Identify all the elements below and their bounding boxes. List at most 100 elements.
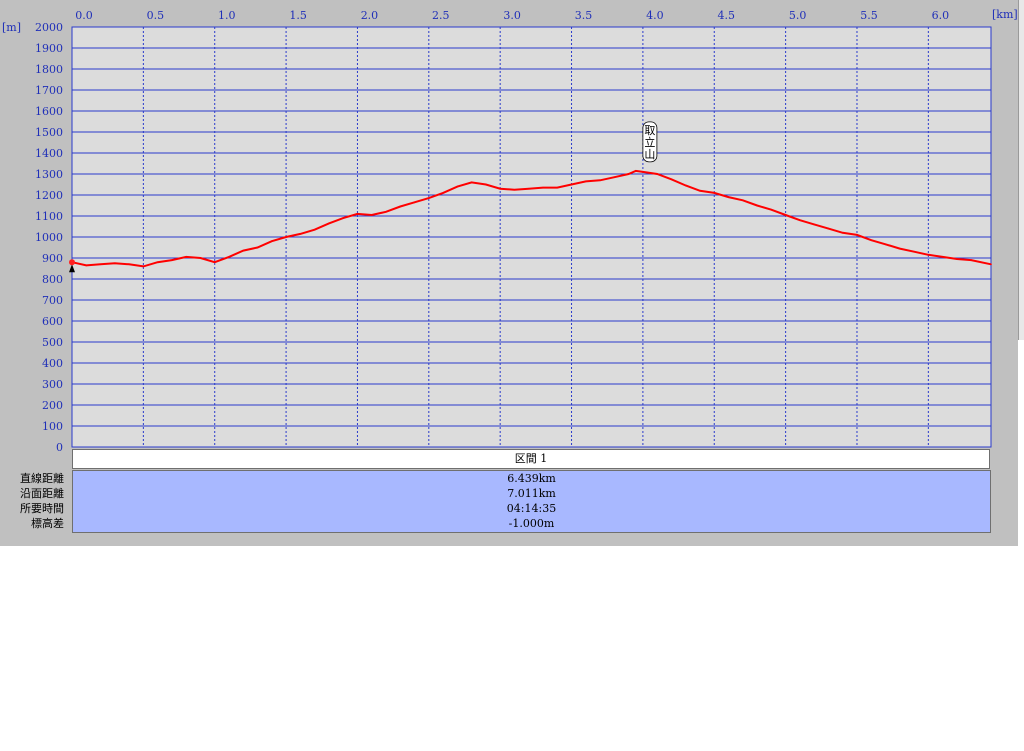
elevation-point bbox=[485, 183, 487, 186]
elevation-point bbox=[256, 246, 259, 249]
elevation-point bbox=[499, 187, 501, 190]
elevation-point bbox=[328, 222, 330, 225]
elevation-point bbox=[114, 262, 116, 265]
y-tick-label: 1900 bbox=[35, 42, 63, 55]
elevation-point bbox=[613, 176, 616, 178]
y-tick-label: 700 bbox=[42, 294, 63, 307]
grid-layer bbox=[72, 26, 991, 448]
elevation-point bbox=[213, 261, 216, 264]
x-tick-label: 5.5 bbox=[860, 9, 878, 22]
stat-row-time: 04:14:35 bbox=[73, 501, 990, 516]
elevation-point bbox=[470, 181, 473, 184]
elevation-point bbox=[941, 256, 944, 258]
elevation-point bbox=[356, 213, 359, 215]
x-tick-label: 3.5 bbox=[575, 9, 593, 22]
elevation-point bbox=[271, 240, 273, 242]
stat-row-surface: 7.011km bbox=[73, 486, 990, 501]
elevation-point bbox=[756, 204, 758, 207]
elevation-point bbox=[242, 249, 245, 252]
elevation-point bbox=[413, 201, 416, 204]
y-tick-labels: 2000190018001700160015001400130012001100… bbox=[35, 21, 63, 454]
stat-row-elevation: -1.000m bbox=[73, 516, 990, 531]
x-tick-label: 0.0 bbox=[75, 9, 93, 22]
segment-header: 区間 1 bbox=[72, 449, 990, 469]
stat-value-elevation: -1.000m bbox=[508, 517, 555, 530]
y-tick-label: 1400 bbox=[35, 147, 63, 160]
y-tick-label: 300 bbox=[42, 378, 63, 391]
elevation-point bbox=[727, 196, 730, 198]
y-tick-label: 100 bbox=[42, 420, 63, 433]
elevation-point bbox=[927, 254, 930, 256]
stat-label-surface: 沿面距離 bbox=[20, 487, 64, 500]
segment-stats: 6.439km 7.011km 04:14:35 -1.000m bbox=[72, 470, 991, 533]
start-point bbox=[69, 259, 75, 266]
elevation-point bbox=[542, 186, 544, 189]
elevation-point bbox=[99, 263, 102, 266]
elevation-point bbox=[199, 257, 202, 259]
y-tick-label: 1600 bbox=[35, 105, 63, 118]
elevation-point bbox=[185, 256, 187, 258]
x-tick-label: 3.0 bbox=[503, 9, 521, 22]
y-tick-label: 1100 bbox=[35, 210, 63, 223]
elevation-point bbox=[870, 239, 873, 241]
elevation-point bbox=[699, 190, 701, 192]
elevation-point bbox=[956, 258, 958, 260]
x-tick-label: 4.5 bbox=[718, 9, 736, 22]
elevation-point bbox=[313, 228, 316, 231]
elevation-point bbox=[634, 170, 637, 172]
elevation-point bbox=[813, 223, 815, 226]
elevation-point bbox=[856, 234, 858, 236]
elevation-point bbox=[585, 180, 587, 183]
y-tick-label: 2000 bbox=[35, 21, 63, 34]
stat-label-time: 所要時間 bbox=[20, 502, 64, 515]
elevation-point bbox=[970, 259, 972, 261]
x-tick-labels: 0.0 0.5 1.0 1.5 2.0 2.5 3.0 3.5 4.0 4.5 5.0 5.5 6.0 bbox=[75, 9, 949, 22]
elevation-point bbox=[442, 192, 444, 194]
y-tick-label: 500 bbox=[42, 336, 63, 349]
elevation-point bbox=[670, 178, 673, 181]
elevation-point bbox=[370, 214, 373, 216]
elevation-point bbox=[342, 217, 344, 219]
elevation-point bbox=[513, 188, 516, 191]
elevation-point bbox=[599, 179, 601, 182]
y-tick-label: 0 bbox=[56, 441, 63, 454]
elevation-point bbox=[656, 173, 658, 175]
elevation-point bbox=[428, 197, 430, 199]
x-unit-label: [km] bbox=[992, 8, 1018, 21]
elevation-point bbox=[827, 227, 830, 230]
elevation-point bbox=[742, 199, 744, 202]
scrollbar-strip[interactable] bbox=[1018, 0, 1024, 340]
elevation-point bbox=[770, 208, 773, 211]
x-tick-label: 2.0 bbox=[361, 9, 379, 22]
y-tick-label: 1000 bbox=[35, 231, 63, 244]
y-tick-label: 400 bbox=[42, 357, 63, 370]
elevation-point bbox=[913, 250, 915, 253]
elevation-point bbox=[128, 263, 130, 266]
stat-value-time: 04:14:35 bbox=[506, 502, 557, 515]
stat-label-elevation: 標高差 bbox=[31, 517, 64, 530]
elevation-point bbox=[841, 232, 844, 234]
elevation-point bbox=[399, 205, 402, 208]
elevation-point bbox=[228, 256, 230, 258]
y-tick-label: 800 bbox=[42, 273, 63, 286]
y-unit-label: [m] bbox=[2, 21, 21, 34]
elevation-point bbox=[285, 236, 287, 238]
elevation-point bbox=[884, 243, 887, 246]
elevation-point bbox=[784, 214, 787, 216]
stat-value-surface: 7.011km bbox=[507, 487, 556, 500]
elevation-point bbox=[713, 192, 716, 194]
x-tick-label: 2.5 bbox=[432, 9, 450, 22]
y-tick-label: 1700 bbox=[35, 84, 63, 97]
elevation-point bbox=[299, 233, 302, 235]
elevation-point bbox=[385, 211, 387, 213]
stat-labels: 直線距離 沿面距離 所要時間 標高差 bbox=[0, 470, 68, 533]
elevation-point bbox=[799, 219, 801, 221]
x-tick-label: 1.5 bbox=[289, 9, 307, 22]
x-tick-label: 5.0 bbox=[789, 9, 807, 22]
elevation-point bbox=[171, 259, 173, 261]
y-tick-label: 1500 bbox=[35, 126, 63, 139]
elevation-point bbox=[898, 247, 901, 250]
elevation-point bbox=[627, 173, 630, 175]
x-tick-label: 6.0 bbox=[932, 9, 950, 22]
stat-value-straight: 6.439km bbox=[507, 472, 556, 485]
